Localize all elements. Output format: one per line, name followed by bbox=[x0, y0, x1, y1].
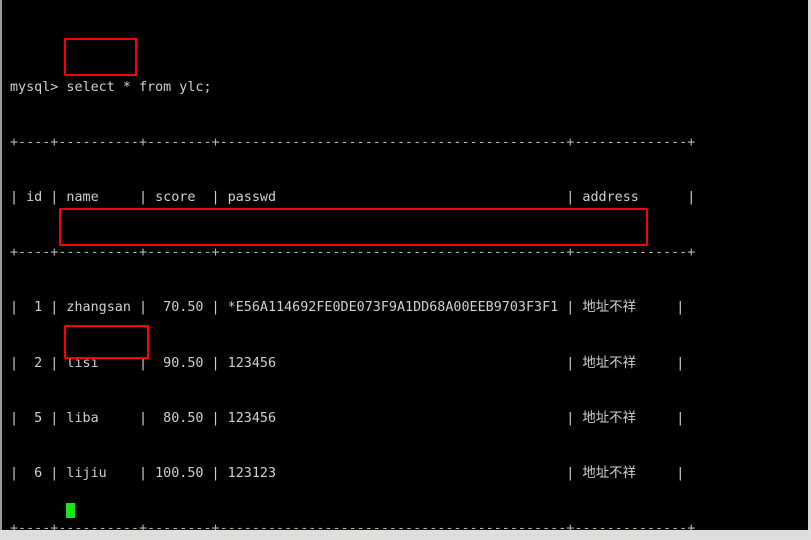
table-before-mid-border: +----+----------+--------+--------------… bbox=[10, 245, 696, 261]
table-before-top-border: +----+----------+--------+--------------… bbox=[10, 134, 696, 150]
table-row: | 2 | lisi | 90.50 | 123456 | 地址不祥 | bbox=[10, 355, 685, 371]
terminal-output: mysql> select * from ylc; +----+--------… bbox=[10, 5, 695, 530]
table-row: | 6 | lijiu | 100.50 | 123123 | 地址不祥 | bbox=[10, 466, 685, 482]
terminal-cursor bbox=[66, 503, 75, 518]
window-bottom-border bbox=[0, 530, 811, 540]
table-row: | 5 | liba | 80.50 | 123456 | 地址不祥 | bbox=[10, 410, 685, 426]
terminal-screenshot: mysql> select * from ylc; +----+--------… bbox=[0, 0, 811, 540]
table-row: | 1 | zhangsan | 70.50 | *E56A114692FE0D… bbox=[10, 300, 685, 316]
table-before-header-row: | id | name | score | passwd | address | bbox=[10, 190, 696, 206]
table-before-bottom-border: +----+----------+--------+--------------… bbox=[10, 521, 696, 530]
terminal-window[interactable]: mysql> select * from ylc; +----+--------… bbox=[2, 0, 808, 530]
command-line-select-1: mysql> select * from ylc; bbox=[10, 79, 212, 95]
